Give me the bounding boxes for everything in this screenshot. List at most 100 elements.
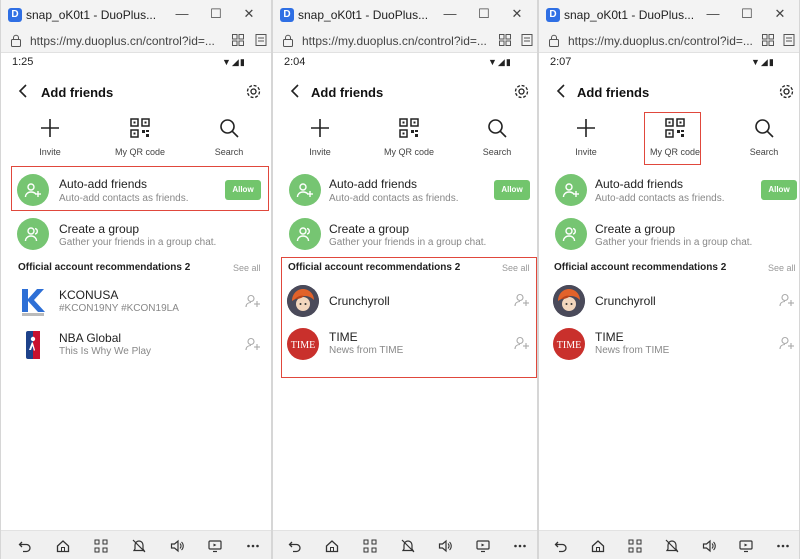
- reader-icon[interactable]: [254, 33, 268, 47]
- account-row-time[interactable]: TIME TIME News from TIME: [539, 326, 799, 362]
- my-qr-code-label: My QR code: [383, 147, 434, 157]
- url-text[interactable]: https://my.duoplus.cn/control?id=...: [568, 34, 753, 48]
- address-bar[interactable]: https://my.duoplus.cn/control?id=...: [539, 30, 799, 53]
- nav-screen-icon[interactable]: [208, 539, 222, 553]
- nav-more-icon[interactable]: [513, 539, 527, 553]
- auto-add-friends-row[interactable]: Auto-add friends Auto-add contacts as fr…: [273, 170, 537, 208]
- allow-button[interactable]: Allow: [761, 180, 797, 200]
- highlight-box: [11, 166, 269, 211]
- close-icon[interactable]: ✕: [509, 6, 525, 22]
- gear-icon[interactable]: [778, 83, 795, 100]
- search-button[interactable]: Search: [199, 117, 259, 157]
- search-label: Search: [749, 147, 779, 157]
- auto-add-friends-row[interactable]: Auto-add friends Auto-add contacts as fr…: [539, 170, 799, 208]
- maximize-icon[interactable]: ☐: [476, 6, 492, 22]
- address-bar[interactable]: https://my.duoplus.cn/control?id=...: [273, 30, 537, 53]
- nav-volume-icon[interactable]: [170, 539, 184, 553]
- allow-button[interactable]: Allow: [494, 180, 530, 200]
- nav-volume-icon[interactable]: [702, 539, 716, 553]
- extension-icon[interactable]: [498, 33, 512, 47]
- account-name: KCONUSA: [59, 288, 119, 302]
- signal-icons: ▼◢▮: [488, 57, 512, 67]
- app-icon: D: [546, 8, 560, 22]
- my-qr-code-button[interactable]: My QR code: [110, 117, 170, 157]
- close-icon[interactable]: ✕: [772, 6, 788, 22]
- nav-volume-icon[interactable]: [438, 539, 452, 553]
- nav-mute-icon[interactable]: [401, 539, 415, 553]
- search-button[interactable]: Search: [467, 117, 527, 157]
- qr-code-icon: [399, 118, 419, 138]
- nav-more-icon[interactable]: [246, 539, 260, 553]
- add-friend-icon[interactable]: [779, 293, 795, 307]
- status-time: 2:04: [284, 56, 306, 68]
- plus-icon: [577, 119, 595, 137]
- nav-apps-icon[interactable]: [363, 539, 377, 553]
- address-bar[interactable]: https://my.duoplus.cn/control?id=...: [1, 30, 271, 53]
- nba-avatar: [17, 329, 49, 361]
- lock-icon: [11, 34, 21, 47]
- invite-button[interactable]: Invite: [556, 117, 616, 157]
- signal-icons: ▼◢▮: [751, 57, 775, 67]
- create-group-row[interactable]: Create a group Gather your friends in a …: [539, 216, 799, 254]
- extension-icon[interactable]: [231, 33, 245, 47]
- account-row-nba[interactable]: NBA Global This Is Why We Play: [1, 327, 271, 363]
- reader-icon[interactable]: [520, 33, 534, 47]
- maximize-icon[interactable]: ☐: [208, 6, 224, 22]
- create-group-row[interactable]: Create a group Gather your friends in a …: [1, 216, 271, 254]
- nav-back-icon[interactable]: [18, 539, 32, 553]
- nav-screen-icon[interactable]: [739, 539, 753, 553]
- nav-screen-icon[interactable]: [476, 539, 490, 553]
- minimize-icon[interactable]: —: [442, 6, 458, 22]
- auto-add-title: Auto-add friends: [329, 177, 418, 191]
- nav-mute-icon[interactable]: [665, 539, 679, 553]
- url-text[interactable]: https://my.duoplus.cn/control?id=...: [302, 34, 487, 48]
- nav-home-icon[interactable]: [56, 539, 70, 553]
- nav-mute-icon[interactable]: [132, 539, 146, 553]
- maximize-icon[interactable]: ☐: [739, 6, 755, 22]
- invite-button[interactable]: Invite: [290, 117, 350, 157]
- see-all-link[interactable]: See all: [768, 263, 796, 273]
- group-icon: [289, 218, 321, 250]
- my-qr-code-button[interactable]: My QR code: [379, 117, 439, 157]
- nav-back-icon[interactable]: [288, 539, 302, 553]
- create-group-subtitle: Gather your friends in a group chat.: [595, 237, 753, 248]
- gear-icon[interactable]: [245, 83, 262, 100]
- status-time: 2:07: [550, 56, 572, 68]
- back-icon[interactable]: [555, 84, 567, 98]
- reader-icon[interactable]: [782, 33, 796, 47]
- status-bar: 2:07 ▼◢▮: [539, 54, 799, 70]
- lock-icon: [549, 34, 559, 47]
- account-desc: #KCON19NY #KCON19LA: [59, 303, 179, 314]
- account-row-crunchyroll[interactable]: Crunchyroll: [539, 283, 799, 319]
- add-friend-icon[interactable]: [779, 336, 795, 350]
- create-group-row[interactable]: Create a group Gather your friends in a …: [273, 216, 537, 254]
- close-icon[interactable]: ✕: [241, 6, 257, 22]
- nav-apps-icon[interactable]: [94, 539, 108, 553]
- navigation-bar: [539, 530, 799, 559]
- nav-apps-icon[interactable]: [628, 539, 642, 553]
- auto-add-title: Auto-add friends: [595, 177, 684, 191]
- add-friend-icon[interactable]: [245, 337, 261, 351]
- account-row-kconusa[interactable]: KCONUSA #KCON19NY #KCON19LA: [1, 284, 271, 320]
- group-icon: [555, 218, 587, 250]
- see-all-link[interactable]: See all: [233, 263, 261, 273]
- invite-button[interactable]: Invite: [20, 117, 80, 157]
- minimize-icon[interactable]: —: [174, 6, 190, 22]
- nav-more-icon[interactable]: [776, 539, 790, 553]
- status-bar: 1:25 ▼◢▮: [1, 54, 271, 70]
- search-icon: [220, 119, 239, 138]
- nav-home-icon[interactable]: [591, 539, 605, 553]
- kconusa-avatar: [17, 286, 49, 318]
- url-text[interactable]: https://my.duoplus.cn/control?id=...: [30, 34, 215, 48]
- gear-icon[interactable]: [513, 83, 530, 100]
- back-icon[interactable]: [17, 84, 29, 98]
- back-icon[interactable]: [289, 84, 301, 98]
- nav-home-icon[interactable]: [325, 539, 339, 553]
- status-bar: 2:04 ▼◢▮: [273, 54, 537, 70]
- group-icon: [17, 218, 49, 250]
- add-friend-icon[interactable]: [245, 294, 261, 308]
- nav-back-icon[interactable]: [554, 539, 568, 553]
- extension-icon[interactable]: [761, 33, 775, 47]
- minimize-icon[interactable]: —: [705, 6, 721, 22]
- search-button[interactable]: Search: [734, 117, 794, 157]
